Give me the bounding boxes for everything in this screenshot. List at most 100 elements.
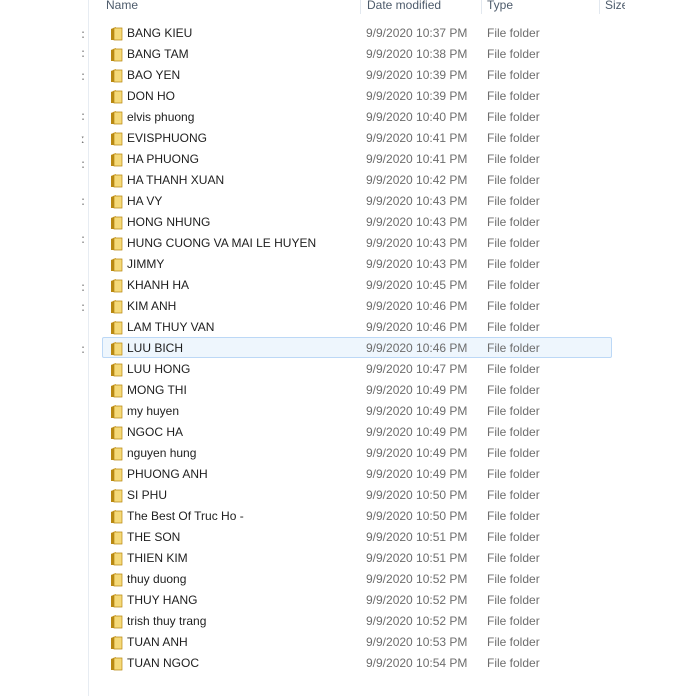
folder-row[interactable]: MONG THI 9/9/2020 10:49 PM File folder — [102, 379, 612, 400]
folder-row[interactable]: THIEN KIM 9/9/2020 10:51 PM File folder — [102, 547, 612, 568]
date-modified: 9/9/2020 10:39 PM — [366, 89, 468, 103]
item-type: File folder — [487, 425, 540, 439]
date-modified: 9/9/2020 10:52 PM — [366, 593, 468, 607]
folder-name: TUAN ANH — [127, 635, 188, 649]
item-type: File folder — [487, 614, 540, 628]
folder-icon — [111, 468, 123, 482]
column-header-date-modified[interactable]: Date modified — [367, 0, 479, 14]
folder-row[interactable]: LUU BICH 9/9/2020 10:46 PM File folder — [102, 337, 612, 358]
item-type: File folder — [487, 656, 540, 670]
folder-row[interactable]: PHUONG ANH 9/9/2020 10:49 PM File folder — [102, 463, 612, 484]
folder-row[interactable]: HA VY 9/9/2020 10:43 PM File folder — [102, 190, 612, 211]
clipped-nav-text: : — [81, 157, 86, 171]
column-header-name[interactable]: Name — [106, 0, 360, 14]
folder-row[interactable]: elvis phuong 9/9/2020 10:40 PM File folder — [102, 106, 612, 127]
folder-row[interactable]: THE SON 9/9/2020 10:51 PM File folder — [102, 526, 612, 547]
column-header-size[interactable]: Size — [605, 0, 625, 14]
date-modified: 9/9/2020 10:46 PM — [366, 299, 468, 313]
folder-row[interactable]: trish thuy trang 9/9/2020 10:52 PM File fo… — [102, 610, 612, 631]
folder-row[interactable]: The Best Of Truc Ho - 9/9/2020 10:50 PM Fi… — [102, 505, 612, 526]
folder-row[interactable]: BAO YEN 9/9/2020 10:39 PM File folder — [102, 64, 612, 85]
item-type: File folder — [487, 152, 540, 166]
folder-row[interactable]: LAM THUY VAN 9/9/2020 10:46 PM File folder — [102, 316, 612, 337]
folder-name: HA VY — [127, 194, 163, 208]
clipped-nav-text: : — [81, 109, 86, 123]
folder-icon — [111, 447, 123, 461]
folder-name: THUY HANG — [127, 593, 198, 607]
folder-icon — [111, 321, 123, 335]
folder-name: KIM ANH — [127, 299, 177, 313]
folder-row[interactable]: THUY HANG 9/9/2020 10:52 PM File folder — [102, 589, 612, 610]
folder-name: thuy duong — [127, 572, 187, 586]
folder-row[interactable]: KHANH HA 9/9/2020 10:45 PM File folder — [102, 274, 612, 295]
item-type: File folder — [487, 26, 540, 40]
clipped-nav-text: : — [81, 342, 86, 356]
date-modified: 9/9/2020 10:47 PM — [366, 362, 468, 376]
folder-icon — [111, 552, 123, 566]
folder-icon — [111, 216, 123, 230]
folder-name: LUU HONG — [127, 362, 191, 376]
folder-icon — [111, 594, 123, 608]
folder-row[interactable]: BANG TAM 9/9/2020 10:38 PM File folder — [102, 43, 612, 64]
clipped-nav-text: : — [81, 280, 86, 294]
clipped-nav-text: : — [81, 300, 86, 314]
clipped-nav-text: : — [81, 46, 86, 60]
item-type: File folder — [487, 68, 540, 82]
folder-row[interactable]: DON HO 9/9/2020 10:39 PM File folder — [102, 85, 612, 106]
folder-icon — [111, 489, 123, 503]
folder-row[interactable]: LUU HONG 9/9/2020 10:47 PM File folder — [102, 358, 612, 379]
column-separator[interactable] — [360, 0, 361, 14]
folder-row[interactable]: KIM ANH 9/9/2020 10:46 PM File folder — [102, 295, 612, 316]
folder-name: nguyen hung — [127, 446, 197, 460]
date-modified: 9/9/2020 10:49 PM — [366, 425, 468, 439]
folder-row[interactable]: EVISPHUONG 9/9/2020 10:41 PM File folder — [102, 127, 612, 148]
column-separator[interactable] — [599, 0, 600, 14]
folder-name: HA THANH XUAN — [127, 173, 225, 187]
item-type: File folder — [487, 194, 540, 208]
folder-icon — [111, 258, 123, 272]
column-header-bar: Name Date modified Type Size — [96, 0, 625, 16]
item-type: File folder — [487, 89, 540, 103]
date-modified: 9/9/2020 10:41 PM — [366, 131, 468, 145]
folder-row[interactable]: TUAN ANH 9/9/2020 10:53 PM File folder — [102, 631, 612, 652]
date-modified: 9/9/2020 10:54 PM — [366, 656, 468, 670]
folder-icon — [111, 48, 123, 62]
clipped-nav-text: : — [81, 232, 86, 246]
column-separator[interactable] — [481, 0, 482, 14]
folder-row[interactable]: HA PHUONG 9/9/2020 10:41 PM File folder — [102, 148, 612, 169]
folder-icon — [111, 531, 123, 545]
folder-row[interactable]: JIMMY 9/9/2020 10:43 PM File folder — [102, 253, 612, 274]
clipped-nav-text: : — [81, 69, 86, 83]
folder-icon — [111, 342, 123, 356]
folder-name: THE SON — [127, 530, 181, 544]
folder-row[interactable]: SI PHU 9/9/2020 10:50 PM File folder — [102, 484, 612, 505]
item-type: File folder — [487, 635, 540, 649]
folder-name: EVISPHUONG — [127, 131, 208, 145]
folder-row[interactable]: HONG NHUNG 9/9/2020 10:43 PM File folder — [102, 211, 612, 232]
date-modified: 9/9/2020 10:50 PM — [366, 509, 468, 523]
folder-row[interactable]: TUAN NGOC 9/9/2020 10:54 PM File folder — [102, 652, 612, 673]
folder-row[interactable]: nguyen hung 9/9/2020 10:49 PM File folder — [102, 442, 612, 463]
folder-row[interactable]: HA THANH XUAN 9/9/2020 10:42 PM File folde… — [102, 169, 612, 190]
folder-name: JIMMY — [127, 257, 165, 271]
folder-row[interactable]: thuy duong 9/9/2020 10:52 PM File folder — [102, 568, 612, 589]
folder-name: LAM THUY VAN — [127, 320, 215, 334]
folder-name: HA PHUONG — [127, 152, 200, 166]
clipped-nav-text: ː — [81, 132, 86, 146]
item-type: File folder — [487, 131, 540, 145]
folder-row[interactable]: my huyen 9/9/2020 10:49 PM File folder — [102, 400, 612, 421]
folder-icon — [111, 300, 123, 314]
folder-row[interactable]: HUNG CUONG VA MAI LE HUYEN 9/9/2020 10:43… — [102, 232, 612, 253]
folder-name: elvis phuong — [127, 110, 195, 124]
date-modified: 9/9/2020 10:42 PM — [366, 173, 468, 187]
date-modified: 9/9/2020 10:52 PM — [366, 614, 468, 628]
folder-name: HONG NHUNG — [127, 215, 211, 229]
folder-row[interactable]: NGOC HA 9/9/2020 10:49 PM File folder — [102, 421, 612, 442]
folder-name: trish thuy trang — [127, 614, 207, 628]
item-type: File folder — [487, 299, 540, 313]
folder-row[interactable]: BANG KIEU 9/9/2020 10:37 PM File folder — [102, 22, 612, 43]
folder-icon — [111, 384, 123, 398]
date-modified: 9/9/2020 10:51 PM — [366, 551, 468, 565]
date-modified: 9/9/2020 10:49 PM — [366, 467, 468, 481]
column-header-type[interactable]: Type — [487, 0, 597, 14]
